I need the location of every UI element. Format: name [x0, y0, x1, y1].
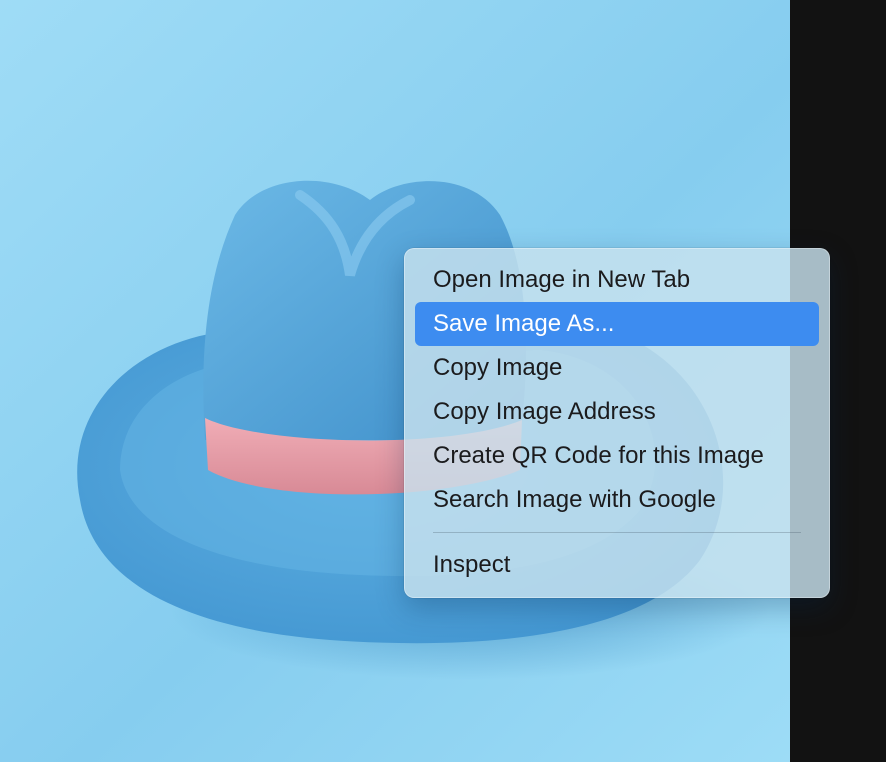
menu-item-copy-image-address[interactable]: Copy Image Address: [415, 390, 819, 434]
menu-item-create-qr-code[interactable]: Create QR Code for this Image: [415, 434, 819, 478]
image-context-menu: Open Image in New Tab Save Image As... C…: [404, 248, 830, 598]
menu-item-open-image-new-tab[interactable]: Open Image in New Tab: [415, 258, 819, 302]
menu-item-save-image-as[interactable]: Save Image As...: [415, 302, 819, 346]
menu-separator: [433, 532, 801, 533]
menu-item-search-image-google[interactable]: Search Image with Google: [415, 478, 819, 522]
menu-item-inspect[interactable]: Inspect: [415, 543, 819, 587]
menu-item-copy-image[interactable]: Copy Image: [415, 346, 819, 390]
browser-viewport: Open Image in New Tab Save Image As... C…: [0, 0, 886, 762]
